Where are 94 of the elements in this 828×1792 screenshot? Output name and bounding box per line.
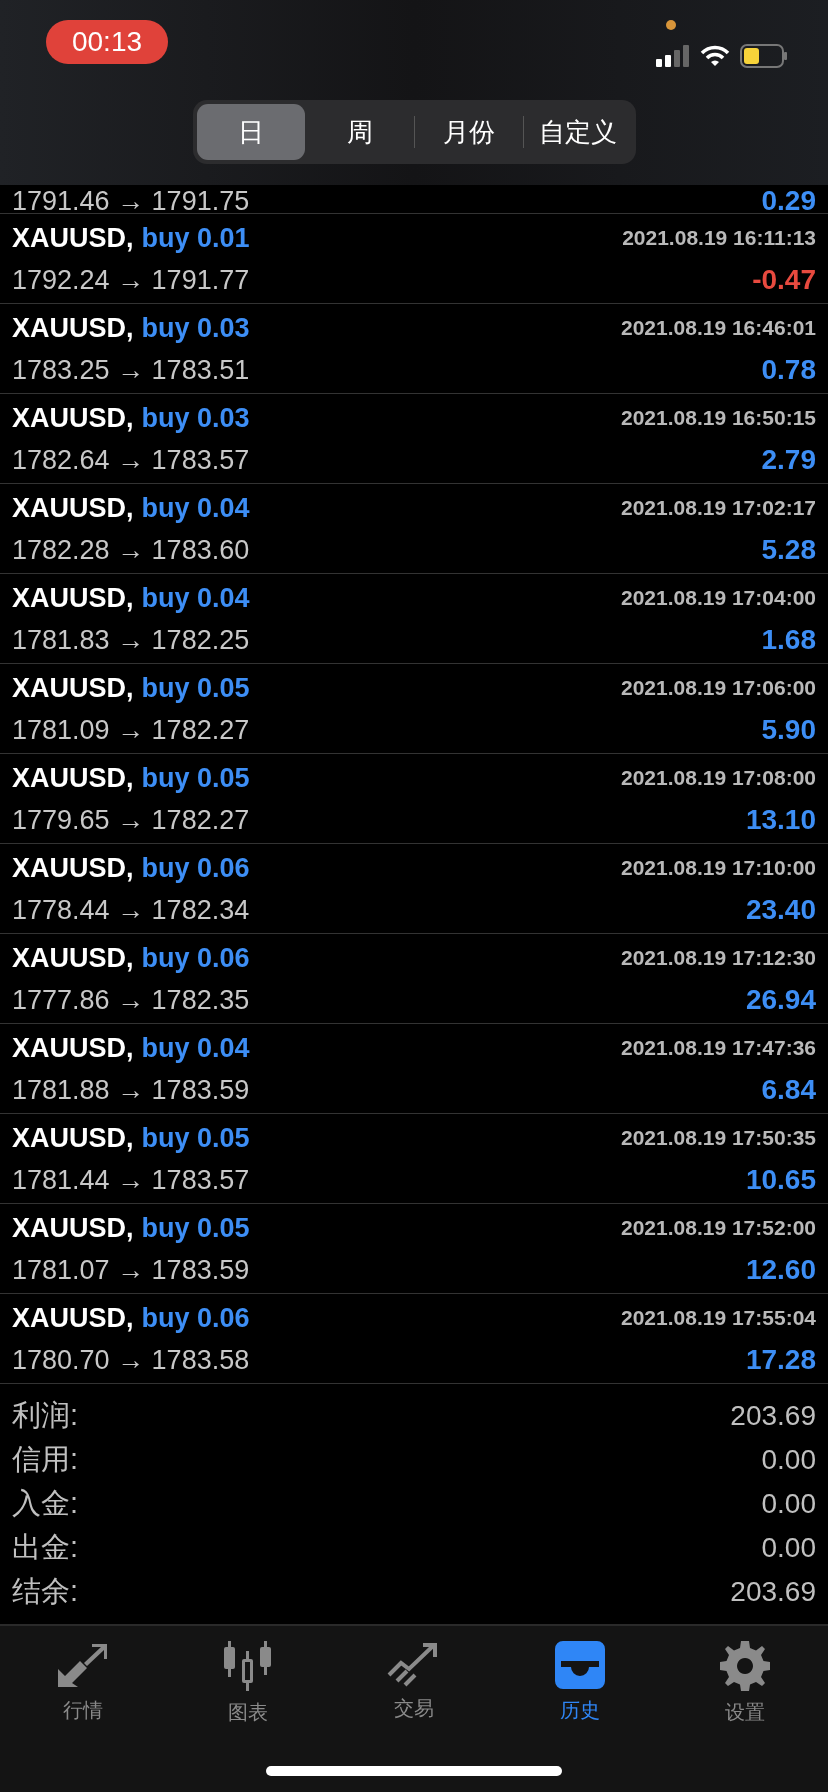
order-side: buy 0.01 — [141, 222, 250, 254]
summary-value: 0.00 — [761, 1532, 816, 1564]
settings-icon — [720, 1641, 771, 1691]
price-range: 1781.83 → 1782.25 — [12, 624, 250, 656]
deal-time: 2021.08.19 17:10:00 — [621, 856, 816, 880]
summary-value: 0.00 — [761, 1488, 816, 1520]
deal-time: 2021.08.19 16:50:15 — [621, 406, 816, 430]
order-side: buy 0.05 — [141, 762, 250, 794]
period-tab[interactable]: 月份 — [414, 104, 523, 160]
order-side: buy 0.04 — [141, 1032, 250, 1064]
price-range: 1781.07 → 1783.59 — [12, 1254, 250, 1286]
profit-value: 1.68 — [761, 624, 816, 656]
profit-value: 0.78 — [761, 354, 816, 386]
price-range: 1782.28 → 1783.60 — [12, 534, 250, 566]
profit-value: 5.90 — [761, 714, 816, 746]
symbol-label: XAUUSD, — [12, 1302, 134, 1334]
price-range: 1791.46 → 1791.75 — [12, 189, 250, 213]
summary-label: 结余: — [12, 1574, 79, 1609]
profit-value: 26.94 — [745, 984, 816, 1016]
profit-value: 12.60 — [745, 1254, 816, 1286]
period-tab[interactable]: 周 — [305, 104, 414, 160]
symbol-label: XAUUSD, — [12, 402, 134, 434]
price-range: 1777.86 → 1782.35 — [12, 984, 250, 1016]
symbol-label: XAUUSD, — [12, 492, 134, 524]
price-range: 1781.88 → 1783.59 — [12, 1074, 250, 1106]
profit-value: 5.28 — [761, 534, 816, 566]
summary-label: 出金: — [12, 1530, 79, 1565]
price-range: 1779.65 → 1782.27 — [12, 804, 250, 836]
symbol-label: XAUUSD, — [12, 582, 134, 614]
profit-value: -0.47 — [752, 264, 816, 296]
symbol-label: XAUUSD, — [12, 1212, 134, 1244]
wifi-icon — [700, 45, 730, 67]
period-tab[interactable]: 日 — [196, 104, 305, 160]
price-range: 1792.24 → 1791.77 — [12, 264, 250, 296]
symbol-label: XAUUSD, — [12, 942, 134, 974]
price-range: 1782.64 → 1783.57 — [12, 444, 250, 476]
recording-time: 00:13 — [46, 20, 168, 64]
arrows-icon — [55, 1641, 110, 1689]
price-range: 1783.25 → 1783.51 — [12, 354, 250, 386]
order-side: buy 0.06 — [141, 1302, 250, 1334]
deal-time: 2021.08.19 16:46:01 — [621, 316, 816, 340]
profit-value: 13.10 — [745, 804, 816, 836]
price-range: 1778.44 → 1782.34 — [12, 894, 250, 926]
symbol-label: XAUUSD, — [12, 852, 134, 884]
tab-bar-item[interactable]: 历史 — [519, 1640, 640, 1730]
order-side: buy 0.04 — [141, 582, 250, 614]
order-side: buy 0.04 — [141, 492, 250, 524]
order-side: buy 0.03 — [141, 402, 250, 434]
profit-value: 23.40 — [745, 894, 816, 926]
tab-bar-item[interactable]: 设置 — [685, 1640, 806, 1730]
order-side: buy 0.05 — [141, 1122, 250, 1154]
summary-value: 203.69 — [730, 1576, 816, 1608]
tab-bar-item[interactable]: 图表 — [188, 1640, 309, 1730]
inbox-icon — [554, 1641, 605, 1689]
deal-time: 2021.08.19 17:52:00 — [621, 1216, 816, 1240]
deal-time: 2021.08.19 17:08:00 — [621, 766, 816, 790]
deal-time: 2021.08.19 17:02:17 — [621, 496, 816, 520]
profit-value: 6.84 — [761, 1074, 816, 1106]
profit-value: 17.28 — [745, 1344, 816, 1376]
summary-label: 入金: — [12, 1486, 79, 1521]
symbol-label: XAUUSD, — [12, 762, 134, 794]
deal-time: 2021.08.19 17:50:35 — [621, 1126, 816, 1150]
symbol-label: XAUUSD, — [12, 672, 134, 704]
order-side: buy 0.05 — [141, 672, 250, 704]
period-tab[interactable]: 自定义 — [523, 104, 632, 160]
summary-value: 0.00 — [761, 1444, 816, 1476]
deal-time: 2021.08.19 17:47:36 — [621, 1036, 816, 1060]
summary-label: 信用: — [12, 1442, 79, 1477]
price-range: 1780.70 → 1783.58 — [12, 1344, 250, 1376]
summary-label: 利润: — [12, 1398, 79, 1433]
deal-time: 2021.08.19 17:55:04 — [621, 1306, 816, 1330]
deal-time: 2021.08.19 17:06:00 — [621, 676, 816, 700]
profit-value: 0.29 — [761, 189, 816, 213]
deal-time: 2021.08.19 17:12:30 — [621, 946, 816, 970]
deal-time: 2021.08.19 17:04:00 — [621, 586, 816, 610]
order-side: buy 0.06 — [141, 942, 250, 974]
privacy-dot-icon — [666, 20, 676, 30]
price-range: 1781.44 → 1783.57 — [12, 1164, 250, 1196]
order-side: buy 0.05 — [141, 1212, 250, 1244]
symbol-label: XAUUSD, — [12, 1032, 134, 1064]
symbol-label: XAUUSD, — [12, 222, 134, 254]
battery-icon — [740, 44, 788, 68]
tab-bar-item[interactable]: 交易 — [354, 1640, 474, 1730]
symbol-label: XAUUSD, — [12, 312, 134, 344]
price-range: 1781.09 → 1782.27 — [12, 714, 250, 746]
deal-time: 2021.08.19 16:11:13 — [622, 226, 816, 250]
order-side: buy 0.03 — [141, 312, 250, 344]
profit-value: 2.79 — [761, 444, 816, 476]
order-side: buy 0.06 — [141, 852, 250, 884]
signal-icon — [656, 45, 690, 67]
summary-value: 203.69 — [730, 1400, 816, 1432]
tab-bar-item[interactable]: 行情 — [22, 1640, 143, 1730]
symbol-label: XAUUSD, — [12, 1122, 134, 1154]
profit-value: 10.65 — [745, 1164, 816, 1196]
